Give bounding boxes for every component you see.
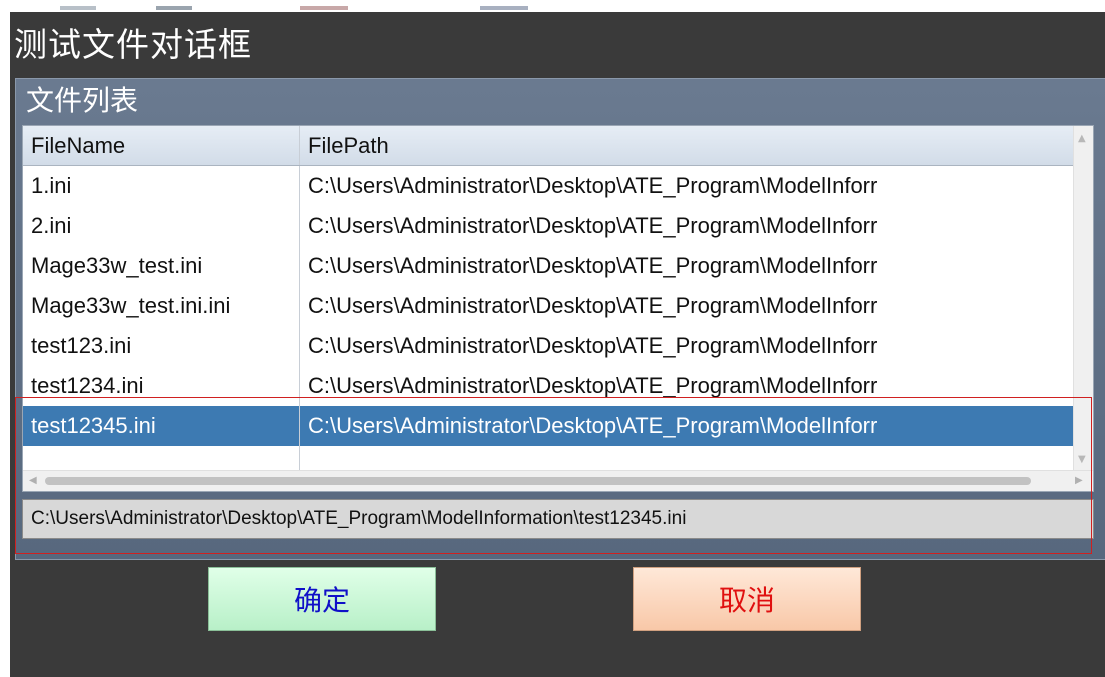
scroll-left-icon[interactable]: ◀ (29, 476, 37, 486)
table-row[interactable]: Mage33w_test.ini C:\Users\Administrator\… (23, 246, 1073, 287)
dialog-footer (10, 648, 1105, 677)
scroll-right-icon[interactable]: ▶ (1075, 476, 1083, 486)
ok-button[interactable]: 确定 (208, 567, 436, 631)
vertical-scrollbar[interactable]: ▲ ▼ (1073, 126, 1093, 471)
cancel-button[interactable]: 取消 (633, 567, 861, 631)
table-row[interactable]: Mage33w_test.ini.ini C:\Users\Administra… (23, 286, 1073, 327)
cell-filename: 2.ini (23, 206, 300, 246)
column-header-filename[interactable]: FileName (23, 126, 300, 165)
selected-path-field[interactable]: C:\Users\Administrator\Desktop\ATE_Progr… (22, 499, 1094, 539)
cell-filename: Mage33w_test.ini (23, 246, 300, 286)
cell-filepath: C:\Users\Administrator\Desktop\ATE_Progr… (308, 333, 878, 358)
scroll-thumb[interactable] (45, 477, 1031, 485)
cell-filename (23, 446, 300, 471)
cell-filepath (300, 446, 1073, 471)
cell-filepath: C:\Users\Administrator\Desktop\ATE_Progr… (308, 173, 878, 198)
cell-filename: Mage33w_test.ini.ini (23, 286, 300, 326)
cropped-artifacts (60, 6, 660, 10)
cell-filepath: C:\Users\Administrator\Desktop\ATE_Progr… (308, 253, 878, 278)
column-header-filepath[interactable]: FilePath (300, 126, 1073, 165)
group-title: 文件列表 (26, 84, 139, 117)
horizontal-scrollbar[interactable]: ◀ ▶ (23, 470, 1093, 491)
table-row-selected[interactable]: test12345.ini C:\Users\Administrator\Des… (23, 406, 1073, 447)
cell-filepath: C:\Users\Administrator\Desktop\ATE_Progr… (308, 213, 878, 238)
scroll-down-icon[interactable]: ▼ (1078, 455, 1086, 465)
table-row[interactable]: 2.ini C:\Users\Administrator\Desktop\ATE… (23, 206, 1073, 247)
cell-filename: 1.ini (23, 166, 300, 206)
file-grid[interactable]: FileName FilePath 1.ini C:\Users\Adminis… (22, 125, 1094, 492)
top-strip (0, 0, 1105, 12)
cell-filepath: C:\Users\Administrator\Desktop\ATE_Progr… (308, 293, 878, 318)
cell-filename: test12345.ini (23, 406, 300, 446)
grid-header: FileName FilePath (23, 126, 1073, 166)
file-list-group: 文件列表 FileName FilePath 1.ini C:\Users\Ad… (15, 78, 1105, 560)
cell-filepath: C:\Users\Administrator\Desktop\ATE_Progr… (308, 373, 878, 398)
cell-filepath: C:\Users\Administrator\Desktop\ATE_Progr… (308, 413, 878, 438)
table-row-empty[interactable] (23, 446, 1073, 472)
scroll-up-icon[interactable]: ▲ (1078, 134, 1086, 144)
cell-filename: test123.ini (23, 326, 300, 366)
dialog-title: 测试文件对话框 (14, 25, 252, 64)
table-row[interactable]: 1.ini C:\Users\Administrator\Desktop\ATE… (23, 166, 1073, 207)
cell-filename: test1234.ini (23, 366, 300, 406)
table-row[interactable]: test123.ini C:\Users\Administrator\Deskt… (23, 326, 1073, 367)
test-file-dialog: 测试文件对话框 文件列表 FileName FilePath 1.ini C:\… (10, 12, 1105, 677)
table-row[interactable]: test1234.ini C:\Users\Administrator\Desk… (23, 366, 1073, 407)
